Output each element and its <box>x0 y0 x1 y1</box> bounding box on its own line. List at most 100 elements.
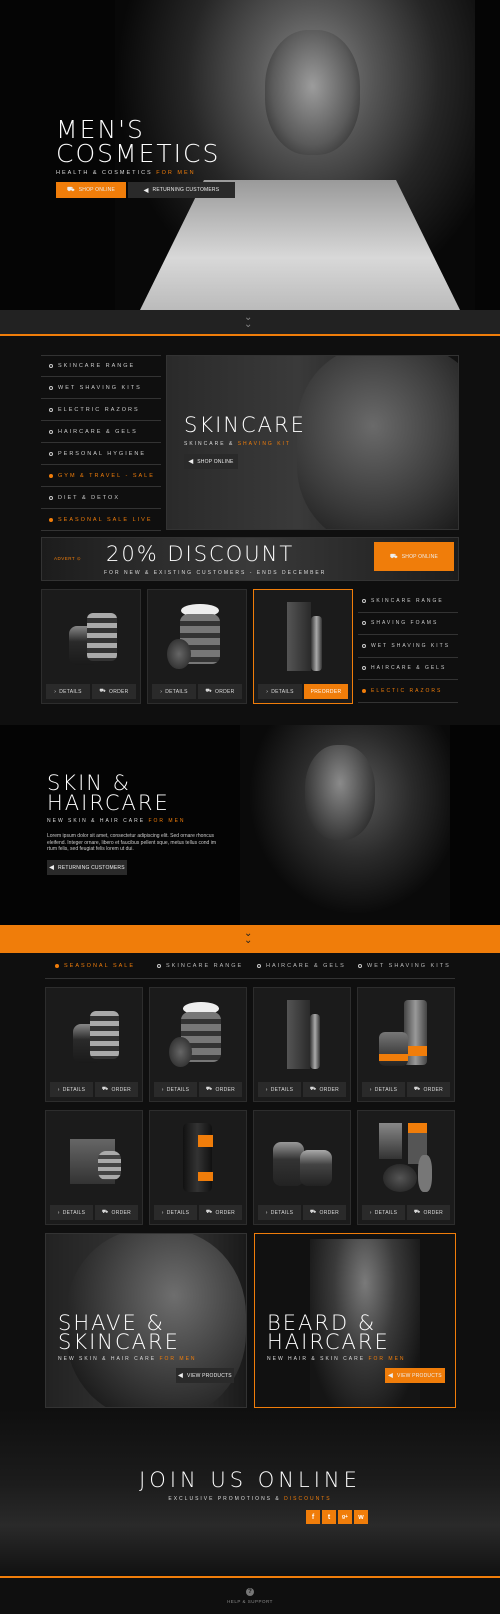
facebook-icon[interactable]: f <box>306 1510 320 1524</box>
product-image[interactable] <box>264 1119 340 1200</box>
scroll-down-icon[interactable]: ⌄ ⌄ <box>244 929 252 946</box>
product-image[interactable] <box>368 1119 444 1200</box>
chevron-right-icon: › <box>54 688 57 695</box>
cart-icon: ⛟ <box>205 1209 213 1215</box>
product-image[interactable] <box>264 598 342 679</box>
bullet-icon <box>49 495 53 500</box>
details-button[interactable]: › DETAILS <box>362 1205 405 1220</box>
scroll-down-icon[interactable]: ⌄ ⌄ <box>244 313 252 330</box>
product-card: › DETAILS ⛟ ORDER <box>253 1110 351 1225</box>
chevron-right-icon: › <box>369 1086 372 1093</box>
order-button[interactable]: ⛟ ORDER <box>407 1205 450 1220</box>
preorder-button[interactable]: PREORDER <box>304 684 348 699</box>
scroll-band: ⌄ ⌄ <box>0 310 500 336</box>
haircare-body: Lorem ipsum dolor sit amet, consectetur … <box>47 833 216 852</box>
details-button[interactable]: › DETAILS <box>362 1082 405 1097</box>
promo-right-view-button[interactable]: ◀ VIEW PRODUCTS <box>385 1368 445 1383</box>
discount-subtitle: FOR NEW & EXISTING CUSTOMERS - ENDS DECE… <box>104 570 327 576</box>
product-image[interactable] <box>56 996 132 1077</box>
sidebar-item[interactable]: ELECTRIC RAZORS <box>41 399 161 421</box>
details-button[interactable]: › DETAILS <box>50 1082 93 1097</box>
haircare-subtitle: NEW SKIN & HAIR CARE FOR MEN <box>47 818 186 824</box>
promo-left-view-button[interactable]: ◀ VIEW PRODUCTS <box>176 1368 234 1383</box>
tab-seasonal-sale[interactable]: SEASONAL SALE <box>55 963 135 969</box>
bullet-icon <box>49 451 53 456</box>
product-image[interactable] <box>160 1119 236 1200</box>
skincare-shop-button[interactable]: ◀ SHOP ONLINE <box>184 454 238 469</box>
sidebar-item[interactable]: GYM & TRAVEL - SALE <box>41 465 161 487</box>
order-button[interactable]: ⛟ ORDER <box>407 1082 450 1097</box>
cart-icon: ⛟ <box>309 1086 317 1092</box>
tab-skincare-range[interactable]: SKINCARE RANGE <box>157 963 243 969</box>
social-links: f t g+ w <box>306 1510 368 1524</box>
footer: ? HELP & SUPPORT <box>0 1576 500 1614</box>
details-button[interactable]: › DETAILS <box>258 1082 301 1097</box>
product-card: › DETAILS ⛟ ORDER <box>45 1110 143 1225</box>
product-card: › DETAILS ⛟ ORDER <box>41 589 141 704</box>
hero-model-head <box>265 30 360 155</box>
order-button[interactable]: ⛟ ORDER <box>199 1082 242 1097</box>
order-button[interactable]: ⛟ ORDER <box>199 1205 242 1220</box>
product-image[interactable] <box>56 1119 132 1200</box>
product-image[interactable] <box>368 996 444 1077</box>
order-button[interactable]: ⛟ ORDER <box>95 1205 138 1220</box>
details-button[interactable]: › DETAILS <box>46 684 90 699</box>
tab-haircare-gels[interactable]: HAIRCARE & GELS <box>257 963 346 969</box>
twitter-icon[interactable]: t <box>322 1510 336 1524</box>
discount-shop-button[interactable]: ⛟ SHOP ONLINE <box>374 542 454 571</box>
scroll-band-orange: ⌄ ⌄ <box>0 925 500 953</box>
quick-category-item[interactable]: SKINCARE RANGE <box>358 590 458 613</box>
hero-title-line2: COSMETICS <box>56 139 221 168</box>
skincare-title: SKINCARE <box>184 413 306 437</box>
sidebar-item[interactable]: SEASONAL SALE LIVE <box>41 509 161 531</box>
order-button[interactable]: ⛟ ORDER <box>92 684 136 699</box>
details-button[interactable]: › DETAILS <box>50 1205 93 1220</box>
order-button[interactable]: ⛟ ORDER <box>95 1082 138 1097</box>
whatsapp-icon[interactable]: w <box>354 1510 368 1524</box>
quick-category-item[interactable]: WET SHAVING KITS <box>358 635 458 658</box>
advert-tag: ADVERT ⊙ <box>54 556 82 561</box>
sidebar-item[interactable]: HAIRCARE & GELS <box>41 421 161 443</box>
card-actions: › DETAILS ⛟ ORDER <box>50 1082 138 1097</box>
details-button[interactable]: › DETAILS <box>258 1205 301 1220</box>
order-button[interactable]: ⛟ ORDER <box>303 1082 346 1097</box>
details-button[interactable]: › DETAILS <box>154 1205 197 1220</box>
returning-customers-button[interactable]: ◀ RETURNING CUSTOMERS <box>128 182 235 198</box>
chevron-right-icon: › <box>161 1086 164 1093</box>
order-button[interactable]: ⛟ ORDER <box>303 1205 346 1220</box>
bullet-icon <box>362 621 366 626</box>
sidebar-item[interactable]: SKINCARE RANGE <box>41 355 161 377</box>
help-icon[interactable]: ? <box>246 1588 254 1596</box>
chevron-right-icon: › <box>266 688 269 695</box>
tab-wet-shaving-kits[interactable]: WET SHAVING KITS <box>358 963 451 969</box>
details-button[interactable]: › DETAILS <box>154 1082 197 1097</box>
card-actions: › DETAILS ⛟ ORDER <box>258 1205 346 1220</box>
bullet-icon <box>49 407 53 412</box>
sidebar-item[interactable]: WET SHAVING KITS <box>41 377 161 399</box>
google-plus-icon[interactable]: g+ <box>338 1510 352 1524</box>
shop-online-button[interactable]: ⛟ SHOP ONLINE <box>56 182 126 198</box>
product-image[interactable] <box>264 996 340 1077</box>
order-button[interactable]: ⛟ ORDER <box>198 684 242 699</box>
sidebar-item[interactable]: PERSONAL HYGIENE <box>41 443 161 465</box>
card-actions: › DETAILS ⛟ ORDER <box>46 684 136 699</box>
help-support-link[interactable]: HELP & SUPPORT <box>0 1599 500 1604</box>
sidebar-item[interactable]: DIET & DETOX <box>41 487 161 509</box>
quick-category-item[interactable]: ELECTIC RAZORS <box>358 680 458 703</box>
details-button[interactable]: › DETAILS <box>258 684 302 699</box>
details-button[interactable]: › DETAILS <box>152 684 196 699</box>
product-card: › DETAILS ⛟ ORDER <box>149 1110 247 1225</box>
bullet-icon <box>49 429 53 434</box>
haircare-returning-button[interactable]: ◀ RETURNING CUSTOMERS <box>47 860 127 875</box>
card-actions: › DETAILS ⛟ ORDER <box>362 1205 450 1220</box>
cart-icon: ⛟ <box>309 1209 317 1215</box>
product-image[interactable] <box>160 996 236 1077</box>
product-image[interactable] <box>158 598 236 679</box>
bullet-icon <box>362 643 366 648</box>
speaker-icon: ◀ <box>49 865 55 871</box>
quick-category-item[interactable]: HAIRCARE & GELS <box>358 658 458 680</box>
quick-category-item[interactable]: SHAVING FOAMS <box>358 613 458 635</box>
promo-left-subtitle: NEW SKIN & HAIR CARE FOR MEN <box>58 1356 197 1362</box>
product-image[interactable] <box>52 598 130 679</box>
hero-subtitle: HEALTH & COSMETICS FOR MEN <box>56 170 196 176</box>
